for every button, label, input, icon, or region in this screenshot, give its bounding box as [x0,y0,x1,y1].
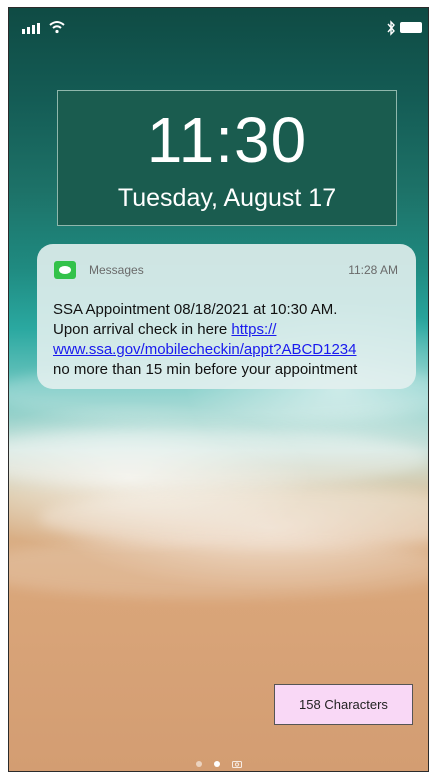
notification-time: 11:28 AM [348,263,398,277]
messages-icon [54,261,76,279]
wave-foam [9,428,428,488]
character-count-badge: 158 Characters [274,684,413,725]
bluetooth-icon [387,20,395,36]
page-dot-active[interactable] [213,761,220,767]
wave-foam [9,538,428,598]
checkin-link-part1[interactable]: https:// [231,321,276,338]
battery-icon [400,22,422,33]
page-dot[interactable] [195,761,202,767]
clock-time: 11:30 [146,104,308,176]
notification-text-before-link: Upon arrival check in here [53,321,232,338]
signal-icon [22,23,40,34]
status-bar [9,8,428,48]
notification-text-after-link: no more than 15 min before your appointm… [53,361,358,378]
page-indicator [9,760,428,768]
message-notification[interactable]: Messages 11:28 AM SSA Appointment 08/18/… [37,244,416,389]
notification-app-name: Messages [89,263,144,277]
wifi-icon [49,21,65,34]
notification-text-line1: SSA Appointment 08/18/2021 at 10:30 AM. [53,301,338,318]
phone-lock-screen: 11:30 Tuesday, August 17 Messages 11:28 … [8,7,429,772]
clock-date: Tuesday, August 17 [117,184,337,212]
camera-icon[interactable] [231,760,242,768]
notification-body: SSA Appointment 08/18/2021 at 10:30 AM. … [53,300,408,380]
checkin-link-part2[interactable]: www.ssa.gov/mobilecheckin/appt?ABCD1234 [53,341,357,358]
lock-clock-widget: 11:30 Tuesday, August 17 [57,90,397,226]
